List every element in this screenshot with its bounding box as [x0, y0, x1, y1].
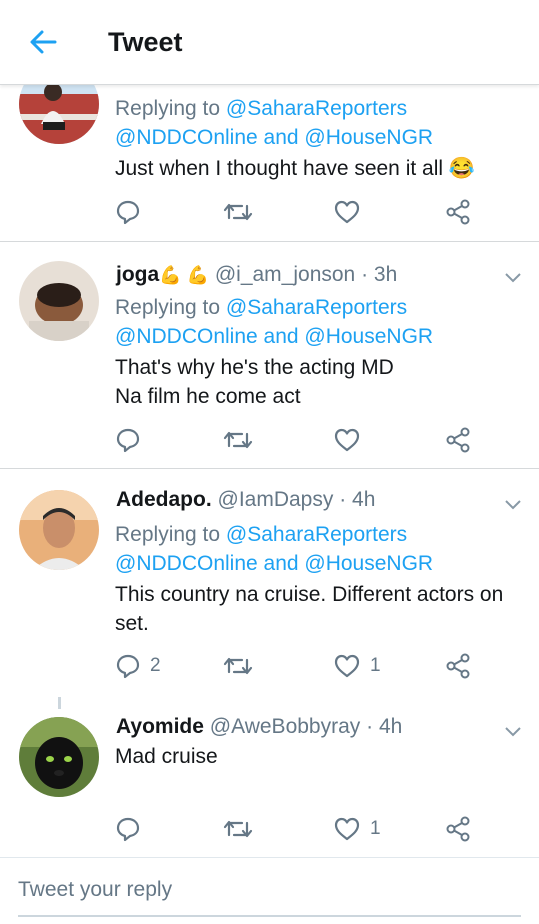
replying-to: Replying to @SaharaReporters @NDDCOnline… [115, 296, 434, 348]
avatar[interactable] [19, 261, 99, 341]
like-button[interactable] [334, 197, 360, 227]
tweet-actions: 2 1 [0, 651, 539, 681]
tweet-text: That's why he's the acting MD Na film he… [115, 356, 394, 408]
like-count: 1 [370, 655, 381, 676]
reply-icon [116, 654, 140, 679]
tweet-item[interactable]: Ayomide @AweBobbyray · 4h Mad cruise 1 [0, 695, 539, 857]
like-icon [334, 654, 360, 678]
display-name[interactable]: Adedapo. [116, 488, 212, 511]
timestamp: · 3h [361, 263, 398, 286]
tweet-item[interactable]: joga💪 💪 @i_am_jonson · 3h Replying to @S… [0, 241, 539, 469]
tweet-text: This country na cruise. Different actors… [115, 583, 504, 635]
reply-icon [116, 428, 140, 453]
reply-count: 2 [150, 655, 161, 676]
chevron-down-icon[interactable] [504, 498, 522, 510]
timestamp: · 4h [366, 715, 403, 738]
avatar[interactable] [19, 717, 99, 797]
chevron-down-icon[interactable] [504, 725, 522, 737]
share-button[interactable] [445, 197, 471, 227]
share-button[interactable] [445, 425, 471, 455]
tweet-header: Adedapo. @IamDapsy · 4h [116, 488, 375, 512]
retweet-icon [223, 820, 253, 838]
reply-button[interactable]: 2 [116, 651, 161, 681]
mention-link[interactable]: @SaharaReporters [226, 296, 407, 319]
tweet-text: Just when I thought have seen it all 😂 [115, 157, 476, 180]
like-icon [334, 428, 360, 452]
mention-link[interactable]: @NDDCOnline and @HouseNGR [115, 325, 433, 348]
tweet-header: Ayomide @AweBobbyray · 4h [116, 715, 402, 739]
reply-button[interactable] [116, 425, 140, 455]
like-button[interactable]: 1 [334, 814, 381, 844]
reply-icon [116, 817, 140, 842]
retweet-button[interactable] [223, 814, 253, 844]
back-arrow-icon[interactable] [28, 26, 58, 58]
avatar[interactable] [19, 490, 99, 570]
timestamp: · 4h [339, 488, 376, 511]
share-icon [446, 427, 470, 453]
share-icon [446, 816, 470, 842]
like-count: 1 [370, 818, 381, 839]
tweet-actions [0, 197, 539, 227]
retweet-icon [223, 431, 253, 449]
mention-link[interactable]: @SaharaReporters [226, 97, 407, 120]
mention-link[interactable]: @NDDCOnline and @HouseNGR [115, 552, 433, 575]
share-icon [446, 653, 470, 679]
display-name[interactable]: joga [116, 263, 159, 286]
input-underline [18, 915, 521, 917]
reply-icon [116, 200, 140, 225]
display-name[interactable]: Ayomide [116, 715, 204, 738]
share-button[interactable] [445, 651, 471, 681]
like-button[interactable]: 1 [334, 651, 381, 681]
handle[interactable]: @i_am_jonson [215, 263, 355, 286]
reply-input[interactable]: Tweet your reply [18, 878, 172, 902]
retweet-icon [223, 657, 253, 675]
replying-to: Replying to @SaharaReporters @NDDCOnline… [115, 523, 434, 575]
mention-link[interactable]: @SaharaReporters [226, 523, 407, 546]
reply-composer[interactable]: Tweet your reply [0, 857, 539, 924]
reply-button[interactable] [116, 814, 140, 844]
handle[interactable]: @AweBobbyray [210, 715, 361, 738]
handle[interactable]: @IamDapsy [218, 488, 334, 511]
top-bar: Tweet [0, 0, 539, 85]
chevron-down-icon[interactable] [504, 271, 522, 283]
retweet-button[interactable] [223, 651, 253, 681]
replying-to: Replying to @SaharaReporters @NDDCOnline… [115, 97, 434, 149]
page-title: Tweet [108, 27, 183, 57]
tweet-actions [0, 425, 539, 455]
tweet-item[interactable]: Adedapo. @IamDapsy · 4h Replying to @Sah… [0, 468, 539, 695]
share-button[interactable] [445, 814, 471, 844]
share-icon [446, 199, 470, 225]
tweet-text: Mad cruise [115, 745, 218, 768]
reply-button[interactable] [116, 197, 140, 227]
name-emoji: 💪 💪 [159, 265, 209, 285]
retweet-icon [223, 203, 253, 221]
retweet-button[interactable] [223, 197, 253, 227]
retweet-button[interactable] [223, 425, 253, 455]
like-button[interactable] [334, 425, 360, 455]
like-icon [334, 817, 360, 841]
mention-link[interactable]: @NDDCOnline and @HouseNGR [115, 126, 433, 149]
like-icon [334, 200, 360, 224]
tweet-actions: 1 [0, 814, 539, 844]
tweet-header: joga💪 💪 @i_am_jonson · 3h [116, 263, 397, 287]
